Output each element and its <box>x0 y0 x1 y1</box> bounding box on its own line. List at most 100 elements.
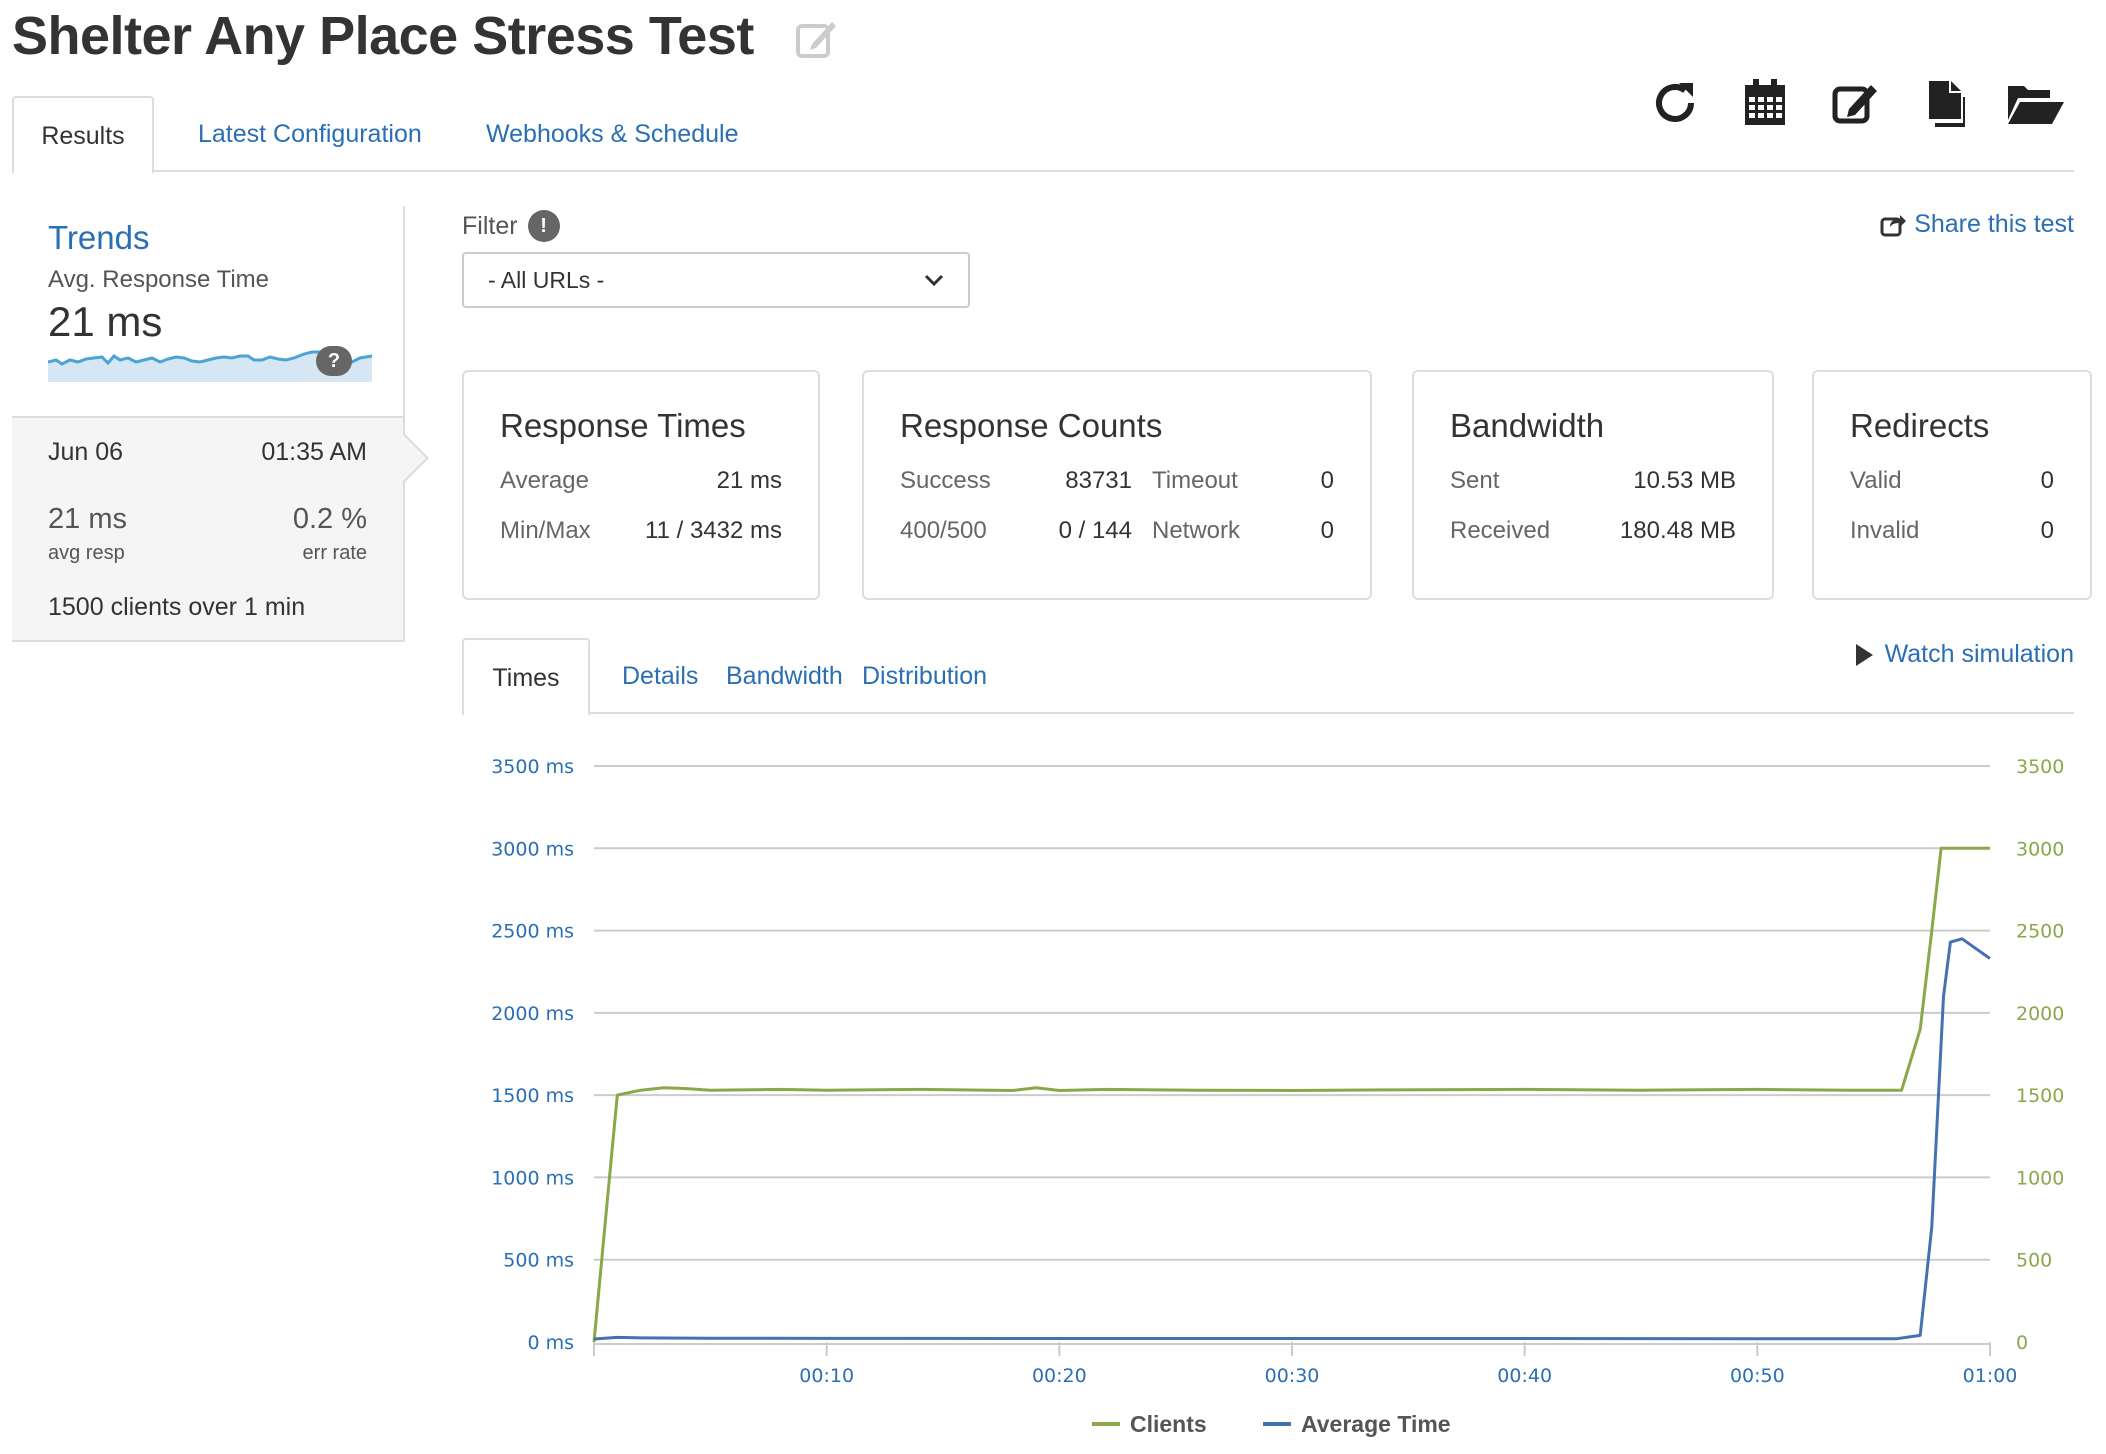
run-avg-resp-value: 21 ms <box>48 503 127 535</box>
success-label: Success <box>900 467 991 494</box>
y-axis-right-tick: 0 <box>2016 1332 2028 1354</box>
sent-row: Sent 10.53 MB <box>1450 466 1736 496</box>
trends-metric-label: Avg. Response Time <box>48 266 270 293</box>
y-axis-left-tick: 3000 ms <box>491 838 574 860</box>
errors-value: 0 / 144 <box>1058 517 1132 544</box>
tab-results[interactable]: Results <box>12 96 154 174</box>
page-title: Shelter Any Place Stress Test <box>12 6 754 66</box>
y-axis-right-tick: 500 <box>2016 1250 2052 1272</box>
legend-label: Clients <box>1130 1411 1207 1437</box>
y-axis-left-tick: 1500 ms <box>491 1085 574 1107</box>
success-value: 83731 <box>1065 467 1132 494</box>
run-date: Jun 06 <box>48 438 124 466</box>
y-axis-left-tick: 0 ms <box>527 1332 574 1354</box>
trends-metric-value: 21 ms <box>48 298 163 345</box>
trends-panel: Trends Avg. Response Time 21 ms ? <box>12 206 405 416</box>
redirects-title: Redirects <box>1850 407 1990 444</box>
average-row: Average 21 ms <box>500 466 782 496</box>
run-duration-number: 1 <box>243 593 258 621</box>
y-axis-left-tick: 1000 ms <box>491 1167 574 1189</box>
filter-label: Filter <box>462 211 518 240</box>
valid-row: Valid 0 <box>1850 466 2054 496</box>
x-axis-tick: 00:20 <box>1032 1365 1087 1387</box>
minmax-row: Min/Max 11 / 3432 ms <box>500 516 782 546</box>
tab-latest-configuration[interactable]: Latest Configuration <box>170 96 450 172</box>
y-axis-right-tick: 2000 <box>2016 1003 2064 1025</box>
network-label: Network <box>1152 517 1241 544</box>
response-times-card: Response Times Average 21 ms Min/Max 11 … <box>462 370 820 600</box>
x-axis-tick: 01:00 <box>1963 1365 2018 1387</box>
bandwidth-card: Bandwidth Sent 10.53 MB Received 180.48 … <box>1412 370 1774 600</box>
network-value: 0 <box>1320 517 1334 544</box>
valid-value: 0 <box>2040 467 2054 494</box>
received-label: Received <box>1450 517 1551 544</box>
run-err-rate-label: err rate <box>302 542 367 564</box>
x-axis-tick: 00:50 <box>1730 1365 1785 1387</box>
watch-simulation-link[interactable]: Watch simulation <box>1855 640 2074 669</box>
y-axis-left-tick: 500 ms <box>503 1250 574 1272</box>
received-row: Received 180.48 MB <box>1450 516 1736 546</box>
run-card-pointer-fill <box>402 434 426 482</box>
run-clients-count: 1500 <box>48 593 104 621</box>
run-err-rate-value: 0.2 % <box>292 503 367 535</box>
run-stats: 21 ms avg resp 0.2 % err rate <box>48 503 367 565</box>
run-avg-resp-label: avg resp <box>48 542 125 564</box>
invalid-value: 0 <box>2040 517 2054 544</box>
play-icon <box>1855 643 1873 666</box>
trends-title[interactable]: Trends <box>48 216 403 260</box>
chevron-down-icon <box>924 274 944 287</box>
filter-label-row: Filter ! <box>462 210 560 242</box>
x-axis-tick: 00:10 <box>799 1365 854 1387</box>
run-time: 01:35 AM <box>261 438 367 466</box>
y-axis-right-tick: 3500 <box>2016 756 2064 778</box>
tab-times[interactable]: Times <box>462 638 590 716</box>
run-clients-summary: 1500 clients over 1 min <box>48 593 367 622</box>
x-axis-tick: 00:40 <box>1497 1365 1552 1387</box>
y-axis-left-tick: 2500 ms <box>491 921 574 943</box>
series-line-average-time <box>593 937 1991 1341</box>
y-axis-right-tick: 3000 <box>2016 838 2064 860</box>
x-axis-tick: 00:30 <box>1265 1365 1320 1387</box>
url-filter-select[interactable]: - All URLs - <box>462 252 970 308</box>
edit-title-icon[interactable] <box>794 16 840 62</box>
title-bar: Shelter Any Place Stress Test <box>12 4 840 68</box>
response-counts-title: Response Counts <box>900 407 1163 444</box>
sent-value: 10.53 MB <box>1633 467 1736 494</box>
filter-info-icon[interactable]: ! <box>527 210 560 242</box>
average-value: 21 ms <box>716 467 782 494</box>
minmax-value: 11 / 3432 ms <box>645 517 782 544</box>
minmax-label: Min/Max <box>500 517 591 544</box>
timeout-value: 0 <box>1320 467 1334 494</box>
y-axis-right-tick: 1500 <box>2016 1085 2064 1107</box>
sent-label: Sent <box>1450 467 1500 494</box>
times-chart: 0 ms 0 500 ms 500 1000 ms 1000 1500 ms 1500 2000… <box>491 756 2064 1437</box>
tab-distribution[interactable]: Distribution <box>834 638 1015 714</box>
tab-webhooks-schedule[interactable]: Webhooks & Schedule <box>458 96 766 172</box>
sidebar: Trends Avg. Response Time 21 ms ? Jun 06… <box>12 206 429 642</box>
errors-network-row: 400/500 0 / 144 Network 0 <box>900 516 1334 546</box>
redirects-card: Redirects Valid 0 Invalid 0 <box>1812 370 2092 600</box>
y-axis-left-tick: 3500 ms <box>491 756 574 778</box>
success-timeout-row: Success 83731 Timeout 0 <box>900 466 1334 496</box>
response-times-title: Response Times <box>500 407 746 444</box>
run-err-rate: 0.2 % err rate <box>293 503 367 565</box>
url-filter-value: - All URLs - <box>488 266 605 293</box>
y-axis-right-tick: 2500 <box>2016 921 2064 943</box>
chart-tabs: Times Details Bandwidth Distribution <box>462 638 2074 716</box>
legend-label: Average Time <box>1301 1411 1451 1437</box>
valid-label: Valid <box>1850 467 1902 494</box>
share-test-link[interactable]: Share this test <box>1880 210 2074 239</box>
watch-simulation-label: Watch simulation <box>1884 640 2074 668</box>
share-icon <box>1880 214 1907 236</box>
main-tabs: Results Latest Configuration Webhooks & … <box>12 96 2074 174</box>
average-label: Average <box>500 467 589 494</box>
run-date-row: Jun 06 01:35 AM <box>48 438 367 467</box>
errors-label: 400/500 <box>900 517 987 544</box>
response-counts-card: Response Counts Success 83731 Timeout 0 … <box>862 370 1372 600</box>
run-avg-resp: 21 ms avg resp <box>48 503 127 565</box>
trends-help-icon[interactable]: ? <box>316 346 352 376</box>
share-test-label: Share this test <box>1914 210 2074 238</box>
run-card[interactable]: Jun 06 01:35 AM 21 ms avg resp 0.2 % err… <box>12 416 429 642</box>
y-axis-left-tick: 2000 ms <box>491 1003 574 1025</box>
run-clients-text: clients over <box>103 593 244 621</box>
